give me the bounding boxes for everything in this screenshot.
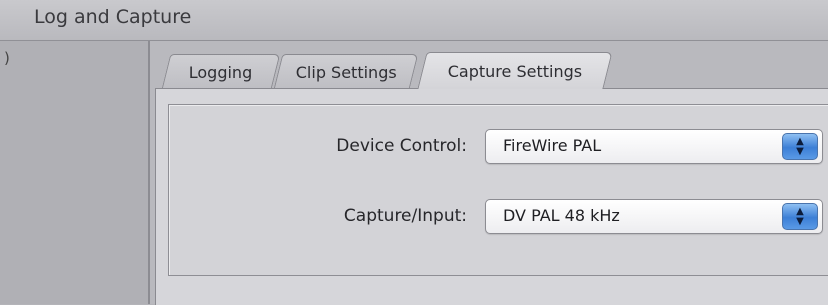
device-control-value: FireWire PAL bbox=[503, 136, 602, 155]
capture-input-label: Capture/Input: bbox=[343, 206, 467, 226]
capture-input-value: DV PAL 48 kHz bbox=[503, 206, 620, 225]
capture-settings-panel: Device Control: FireWire PAL ▲ ▼ Capture/… bbox=[155, 88, 828, 305]
device-control-label: Device Control: bbox=[336, 136, 467, 156]
up-down-arrows-icon[interactable]: ▲ ▼ bbox=[782, 203, 818, 230]
tab-clip-settings[interactable]: Clip Settings bbox=[273, 54, 419, 89]
up-down-arrows-icon[interactable]: ▲ ▼ bbox=[782, 133, 818, 160]
main-pane: Logging Clip Settings Capture Settings D… bbox=[150, 41, 828, 305]
tab-bar: Logging Clip Settings Capture Settings bbox=[150, 41, 828, 91]
tab-logging[interactable]: Logging bbox=[161, 54, 281, 89]
tab-capture-settings[interactable]: Capture Settings bbox=[417, 52, 613, 89]
window-title: Log and Capture bbox=[34, 6, 192, 28]
tab-capture-settings-label: Capture Settings bbox=[447, 61, 583, 81]
left-pane: ) bbox=[0, 41, 150, 304]
device-control-popup[interactable]: FireWire PAL ▲ ▼ bbox=[485, 129, 823, 164]
capture-settings-group: Device Control: FireWire PAL ▲ ▼ Capture/… bbox=[168, 104, 828, 276]
tab-clip-settings-label: Clip Settings bbox=[295, 62, 397, 82]
window-titlebar: Log and Capture bbox=[0, 0, 828, 41]
tab-logging-label: Logging bbox=[189, 62, 253, 82]
capture-input-popup[interactable]: DV PAL 48 kHz ▲ ▼ bbox=[485, 199, 823, 234]
left-pane-glyph: ) bbox=[4, 49, 10, 67]
